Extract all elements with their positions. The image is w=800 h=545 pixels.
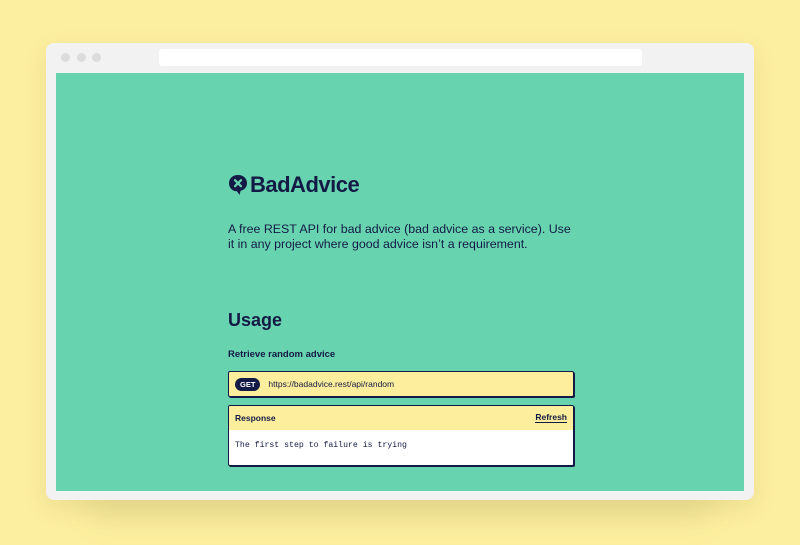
browser-window: BadAdvice A free REST API for bad advice… — [46, 43, 754, 500]
response-header: Response Refresh — [229, 406, 573, 430]
close-dot[interactable] — [61, 53, 70, 62]
brand-logo[interactable]: BadAdvice — [228, 172, 360, 197]
minimize-dot[interactable] — [77, 53, 86, 62]
speech-bubble-x-icon — [229, 175, 247, 195]
maximize-dot[interactable] — [92, 53, 101, 62]
response-body: The first step to failure is trying — [235, 441, 407, 450]
usage-heading: Usage — [228, 310, 283, 330]
page-viewport: BadAdvice A free REST API for bad advice… — [56, 73, 744, 491]
http-method-badge: GET — [235, 377, 261, 391]
endpoint-url[interactable]: https://badadvice.rest/api/random — [268, 379, 394, 389]
random-advice-subheading: Retrieve random advice — [228, 349, 336, 360]
response-label: Response — [235, 413, 276, 423]
brand-name: BadAdvice — [250, 172, 360, 197]
response-panel: Response Refresh The first step to failu… — [228, 405, 574, 466]
browser-chrome — [46, 43, 754, 73]
address-bar[interactable] — [159, 49, 642, 66]
refresh-button[interactable]: Refresh — [535, 413, 567, 423]
endpoint-box: GET https://badadvice.rest/api/random — [228, 371, 574, 397]
intro-text: A free REST API for bad advice (bad advi… — [228, 222, 571, 251]
